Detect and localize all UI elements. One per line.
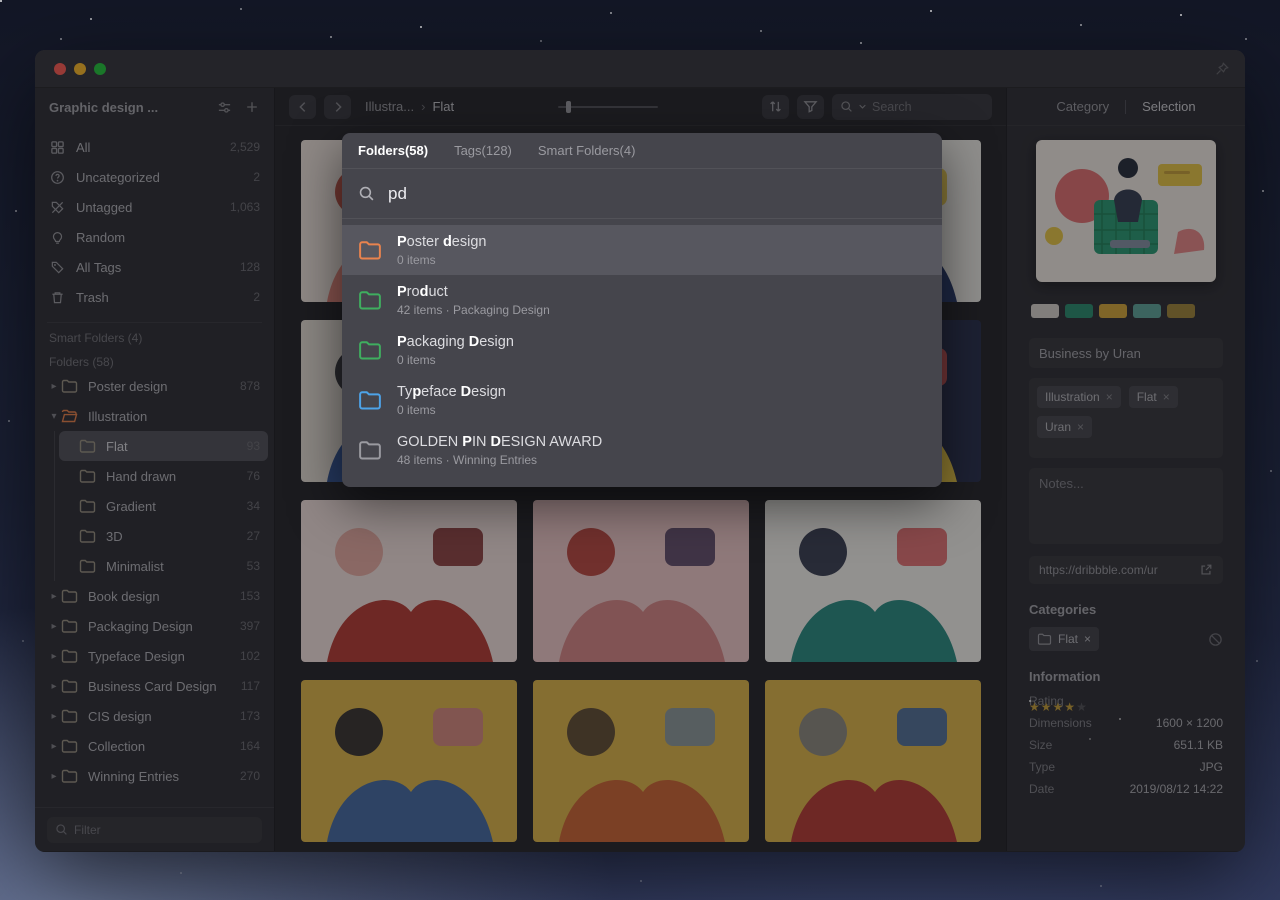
result-meta: 0 items — [397, 403, 506, 417]
search-result[interactable]: Packaging Design 0 items — [342, 325, 942, 375]
search-icon — [358, 185, 375, 202]
search-result[interactable]: Product 42 items · Packaging Design — [342, 275, 942, 325]
quick-search-bar[interactable] — [342, 169, 942, 219]
app-window: Graphic design ... All2,529Uncategorized… — [35, 50, 1245, 852]
quick-search-tabs: Folders(58) Tags(128) Smart Folders(4) — [342, 133, 942, 169]
search-result[interactable]: Poster design 0 items — [342, 225, 942, 275]
modal-results: Poster design 0 items Product 42 items · Pa… — [342, 219, 942, 487]
wallpaper-stars — [0, 0, 2, 2]
tab-folders[interactable]: Folders(58) — [358, 143, 428, 158]
tab-smart-folders[interactable]: Smart Folders(4) — [538, 143, 636, 158]
result-title: Typeface Design — [397, 384, 506, 400]
result-meta: 0 items — [397, 253, 486, 267]
result-title: Product — [397, 284, 550, 300]
folder-icon — [358, 340, 384, 360]
folder-icon — [358, 440, 384, 460]
folder-icon — [358, 290, 384, 310]
result-title: GOLDEN PIN DESIGN AWARD — [397, 434, 602, 450]
quick-search-modal: Folders(58) Tags(128) Smart Folders(4) P… — [342, 133, 942, 487]
tab-tags[interactable]: Tags(128) — [454, 143, 512, 158]
quick-search-input[interactable] — [388, 184, 926, 204]
folder-icon — [358, 390, 384, 410]
result-meta: 48 items · Winning Entries — [397, 453, 602, 467]
result-title: Packaging Design — [397, 334, 514, 350]
search-result[interactable]: Typeface Design 0 items — [342, 375, 942, 425]
result-title: Poster design — [397, 234, 486, 250]
result-meta: 42 items · Packaging Design — [397, 303, 550, 317]
search-result[interactable]: GOLDEN PIN DESIGN AWARD 48 items · Winnin… — [342, 425, 942, 475]
result-meta: 0 items — [397, 353, 514, 367]
folder-icon — [358, 240, 384, 260]
